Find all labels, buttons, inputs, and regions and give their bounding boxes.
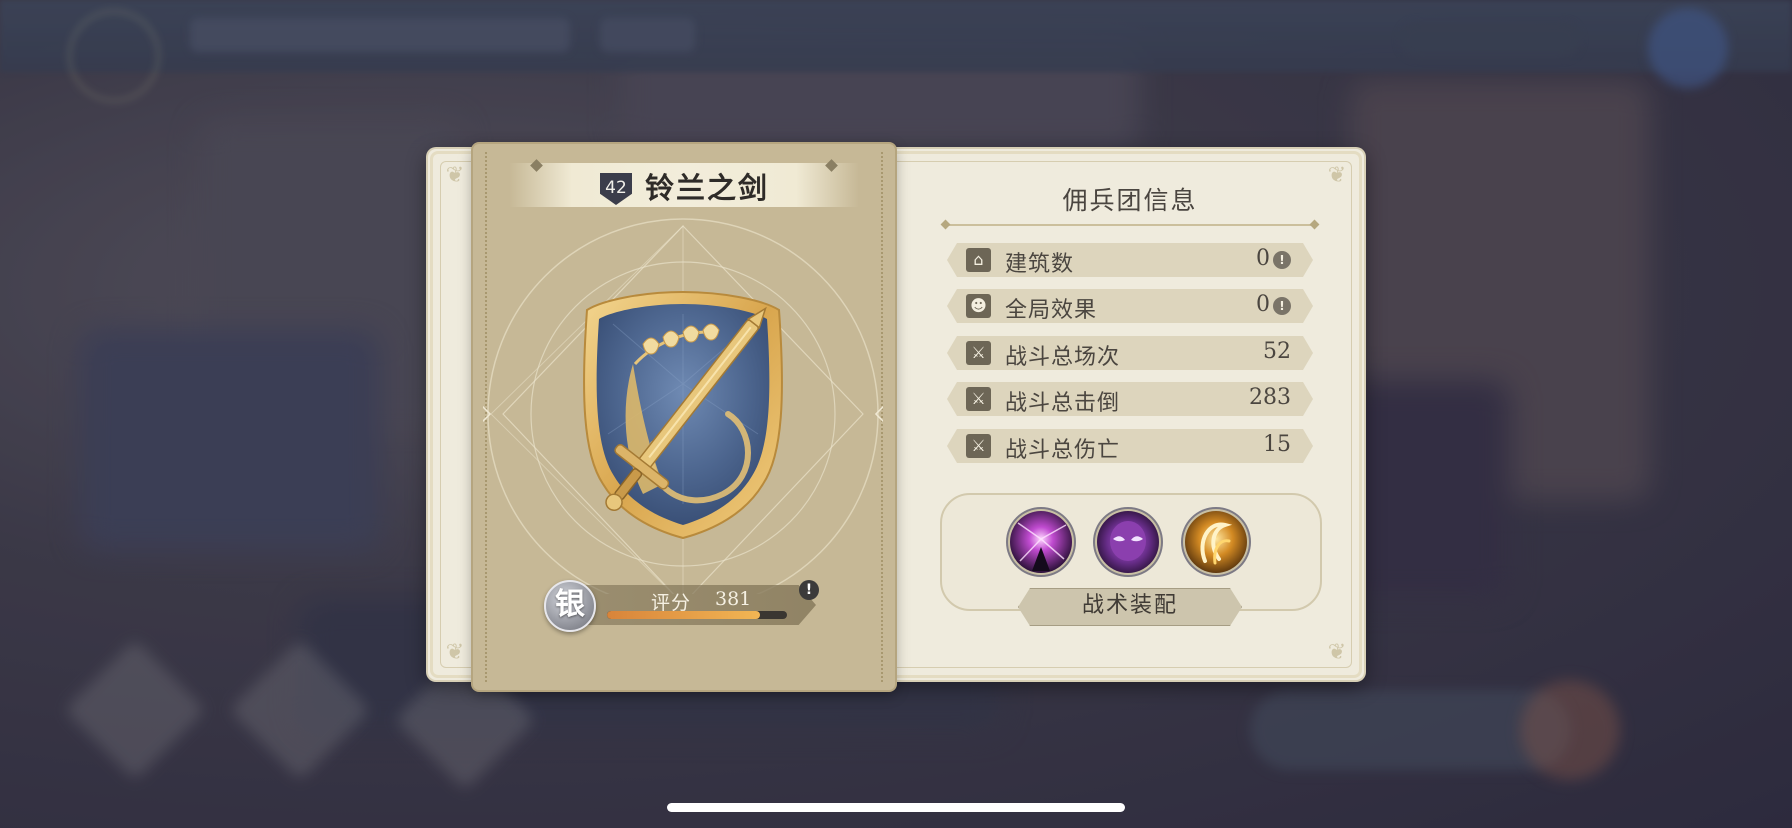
- stat-row-total-battles: ⚔ 战斗总场次 52: [947, 336, 1313, 370]
- stat-value: 15: [1263, 432, 1291, 457]
- silver-rank-badge: 银: [544, 580, 596, 632]
- corner-ornament-icon: ❦: [1327, 163, 1347, 188]
- stat-value: 0: [1256, 246, 1270, 271]
- stat-value: 283: [1249, 385, 1291, 410]
- guild-emblem[interactable]: [483, 214, 883, 594]
- house-icon: ⌂: [966, 248, 991, 272]
- people-icon: ☻: [966, 294, 991, 318]
- purple-mask-skill-icon[interactable]: [1097, 511, 1159, 573]
- golden-swirl-skill-icon[interactable]: [1185, 511, 1247, 573]
- stat-row-total-knockdowns: ⚔ 战斗总击倒 283: [947, 382, 1313, 416]
- purple-burst-skill-icon[interactable]: [1010, 511, 1072, 573]
- score-bar: [568, 585, 816, 625]
- info-icon[interactable]: !: [1273, 297, 1291, 315]
- crossed-swords-icon: ⚔: [966, 341, 991, 365]
- stat-row-buildings: ⌂ 建筑数 0 !: [947, 243, 1313, 277]
- info-panel-title: 佣兵团信息: [1062, 186, 1198, 215]
- stat-label: 战斗总击倒: [1005, 391, 1121, 416]
- stat-label: 战斗总场次: [1005, 345, 1121, 370]
- corner-ornament-icon: ❦: [1327, 640, 1347, 665]
- stat-row-global-effects: ☻ 全局效果 0 !: [947, 289, 1313, 323]
- stat-row-total-casualties: ⚔ 战斗总伤亡 15: [947, 429, 1313, 463]
- corner-ornament-icon: ❦: [445, 163, 465, 188]
- tactics-loadout-button[interactable]: 战术装配: [1018, 588, 1242, 626]
- stat-label: 战斗总伤亡: [1005, 438, 1121, 463]
- crossed-swords-icon: ⚔: [966, 387, 991, 411]
- home-indicator[interactable]: [667, 803, 1125, 812]
- crossed-swords-icon: ⚔: [966, 434, 991, 458]
- stat-value: 52: [1263, 339, 1291, 364]
- score-progress-track: [607, 611, 787, 619]
- score-progress-fill: [607, 611, 760, 619]
- title-divider: [945, 224, 1315, 226]
- guild-name: 铃兰之剑: [645, 171, 770, 205]
- guild-emblem-card: 42 铃兰之剑 银 评分 381 !: [473, 144, 895, 690]
- stat-value: 0: [1256, 292, 1270, 317]
- score-value: 381: [715, 588, 752, 610]
- score-info-icon[interactable]: !: [799, 580, 819, 600]
- corner-ornament-icon: ❦: [445, 640, 465, 665]
- stat-label: 建筑数: [1005, 252, 1075, 277]
- stat-label: 全局效果: [1005, 298, 1098, 323]
- info-icon[interactable]: !: [1273, 251, 1291, 269]
